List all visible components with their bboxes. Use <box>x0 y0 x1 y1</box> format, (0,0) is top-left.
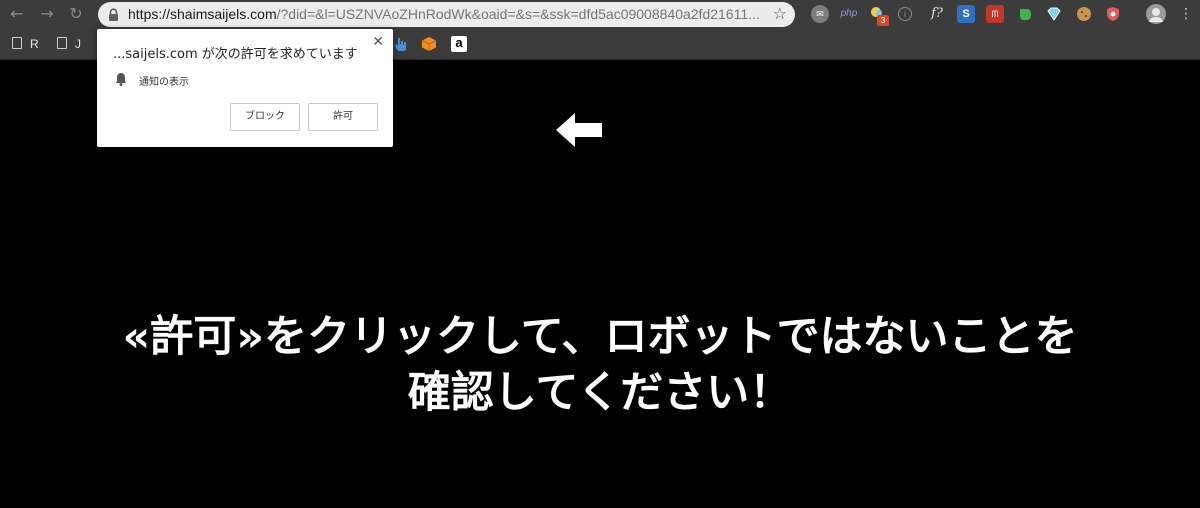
info-extension-icon[interactable]: i <box>898 7 912 21</box>
menu-kebab-icon[interactable]: ⋮ <box>1174 3 1198 25</box>
url-text: https://shaimsaijels.com/?did=&l=USZNVAo… <box>128 2 768 27</box>
cookie-icon <box>1077 7 1091 21</box>
url-path: /?did=&l=USZNVAoZHnRodWk&oaid=&s=&ssk=df… <box>276 6 760 22</box>
shield-extension-icon[interactable] <box>1104 5 1122 23</box>
block-button[interactable]: ブロック <box>230 103 300 131</box>
notification-permission-popup: ...saijels.com が次の許可を求めています ✕ 通知の表示 ブロック… <box>97 29 393 147</box>
evernote-extension-icon[interactable] <box>1016 5 1034 23</box>
back-arrow-icon[interactable]: ← <box>5 3 29 25</box>
forward-arrow-icon[interactable]: → <box>35 3 59 25</box>
permission-text: 通知の表示 <box>139 77 189 88</box>
headline-line-1: «許可»をクリックして、ロボットではないことを <box>122 312 1078 362</box>
cookie-extension-icon[interactable] <box>1075 5 1093 23</box>
reload-icon[interactable]: ↻ <box>64 3 88 25</box>
allow-button[interactable]: 許可 <box>308 103 378 131</box>
s-extension-icon[interactable]: S <box>957 5 975 23</box>
page-headline: «許可»をクリックして、ロボットではないことを 確認してください！ <box>0 309 1200 421</box>
elephant-icon <box>1020 9 1031 20</box>
popup-title: ...saijels.com が次の許可を求めています <box>113 47 358 62</box>
extension-badge: 3 <box>877 15 889 26</box>
bookmark-amazon-icon[interactable]: a <box>451 36 467 52</box>
url-host: https://shaimsaijels.com <box>128 6 277 22</box>
lock-icon <box>109 8 118 21</box>
headline-line-2: 確認してください！ <box>407 368 793 418</box>
bookmark-box-icon[interactable] <box>421 36 437 52</box>
close-icon[interactable]: ✕ <box>372 35 384 49</box>
avatar-icon <box>1149 8 1163 22</box>
left-arrow-icon <box>556 113 602 147</box>
bookmark-item[interactable]: R <box>12 36 39 53</box>
diamond-icon <box>1047 7 1061 21</box>
bookmark-item[interactable]: J <box>57 36 81 53</box>
address-bar[interactable]: https://shaimsaijels.com/?did=&l=USZNVAo… <box>98 2 795 27</box>
page-icon <box>12 37 22 49</box>
bell-icon <box>116 73 126 86</box>
box-icon <box>421 37 437 51</box>
browser-toolbar: ← → ↻ https://shaimsaijels.com/?did=&l=U… <box>0 0 1200 29</box>
pointer-icon <box>395 38 406 51</box>
php-extension-icon[interactable]: php <box>838 5 860 23</box>
mail-extension-icon[interactable]: ✉ <box>811 5 829 23</box>
m-extension-icon[interactable]: ᗰ <box>986 5 1004 23</box>
f-extension-icon[interactable]: f? <box>926 5 948 23</box>
bookmark-hand-icon[interactable] <box>393 36 409 52</box>
bookmark-star-icon[interactable]: ☆ <box>773 3 787 25</box>
page-icon <box>57 37 67 49</box>
diamond-extension-icon[interactable] <box>1045 5 1063 23</box>
shield-icon <box>1107 7 1119 21</box>
profile-avatar[interactable] <box>1146 4 1166 24</box>
